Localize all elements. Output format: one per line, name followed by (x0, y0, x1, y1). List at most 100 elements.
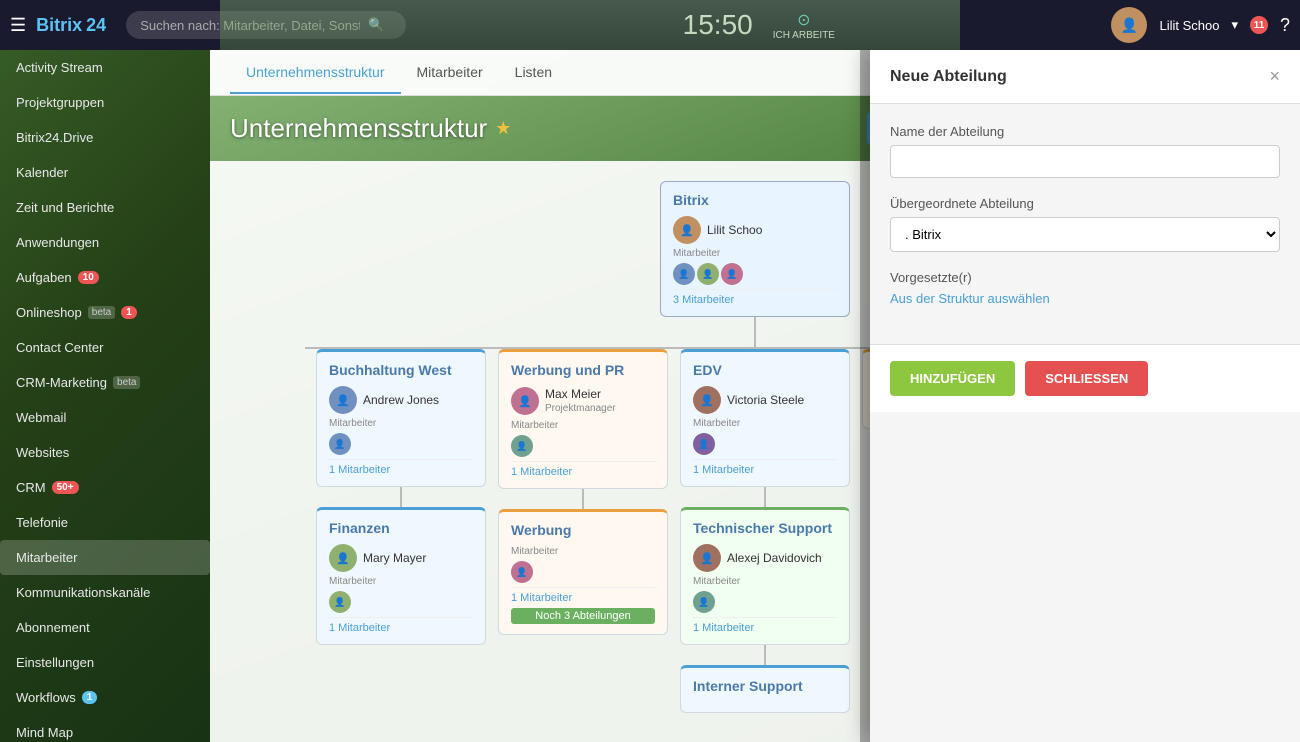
sidebar-item-abonnement[interactable]: Abonnement (0, 610, 210, 645)
sidebar-item-aufgaben[interactable]: Aufgaben 10 (0, 260, 210, 295)
close-button[interactable]: SCHLIESSEN (1025, 361, 1148, 396)
dept-avatars-1: 👤 (511, 435, 655, 457)
sub-name-2: Alexej Davidovich (727, 551, 822, 565)
sidebar-label: Projektgruppen (16, 95, 104, 110)
sub-person-0: 👤 Mary Mayer (329, 544, 473, 572)
org-node-tech-support[interactable]: Technischer Support 👤 Alexej Davidovich … (680, 507, 850, 645)
dept-avatars-0: 👤 (329, 433, 473, 455)
root-small-avatars: 👤 👤 👤 (673, 263, 837, 285)
logo-24: 24 (86, 15, 106, 36)
sidebar-label: Bitrix24.Drive (16, 130, 93, 145)
parent-department-select[interactable]: . Bitrix (890, 217, 1280, 252)
field-supervisor-group: Vorgesetzte(r) Aus der Struktur auswähle… (890, 270, 1280, 306)
org-node-bitrix[interactable]: Bitrix 👤 Lilit Schoo Mitarbeiter 👤 👤 👤 3… (660, 181, 850, 317)
small-avatar: 👤 (329, 591, 351, 613)
modal-footer: HINZUFÜGEN SCHLIESSEN (870, 344, 1300, 412)
small-avatar-1: 👤 (673, 263, 695, 285)
hamburger-icon[interactable]: ☰ (10, 15, 26, 36)
sidebar-item-kommunikation[interactable]: Kommunikationskanäle (0, 575, 210, 610)
tab-unternehmensstruktur[interactable]: Unternehmensstruktur (230, 52, 401, 94)
sidebar-item-activity-stream[interactable]: Activity Stream (0, 50, 210, 85)
dept-title-2: EDV (693, 362, 837, 378)
sub-connector-2 (764, 487, 766, 507)
star-icon[interactable]: ★ (495, 118, 511, 139)
org-node-werbung-pr[interactable]: Werbung und PR 👤 Max Meier Projektmanage… (498, 349, 668, 489)
org-node-edv[interactable]: EDV 👤 Victoria Steele Mitarbeiter 👤 1 Mi… (680, 349, 850, 487)
help-icon[interactable]: ? (1280, 15, 1290, 36)
sidebar-item-contact-center[interactable]: Contact Center (0, 330, 210, 365)
sidebar-item-onlineshop[interactable]: Onlineshop beta 1 (0, 295, 210, 330)
modal-body: Name der Abteilung Übergeordnete Abteilu… (870, 104, 1300, 344)
org-link-root[interactable]: 3 Mitarbeiter (673, 289, 837, 306)
user-name: Lilit Schoo (1159, 18, 1219, 33)
sidebar-label: Kalender (16, 165, 68, 180)
small-avatar: 👤 (693, 433, 715, 455)
sidebar: Activity Stream Projektgruppen Bitrix24.… (0, 50, 210, 742)
sidebar-item-websites[interactable]: Websites (0, 435, 210, 470)
field-supervisor-label: Vorgesetzte(r) (890, 270, 1280, 285)
org-node-interner-support[interactable]: Interner Support (680, 665, 850, 713)
avatar-andrew: 👤 (329, 386, 357, 414)
sidebar-item-kalender[interactable]: Kalender (0, 155, 210, 190)
supervisor-select-link[interactable]: Aus der Struktur auswählen (890, 291, 1050, 306)
sub-role-2: Mitarbeiter (693, 576, 837, 587)
sidebar-label: Workflows (16, 690, 76, 705)
avatar-alexej: 👤 (693, 544, 721, 572)
small-avatar-2: 👤 (697, 263, 719, 285)
avatar-lilit: 👤 (673, 216, 701, 244)
org-node-finanzen[interactable]: Finanzen 👤 Mary Mayer Mitarbeiter 👤 1 Mi… (316, 507, 486, 645)
topbar: ☰ Bitrix 24 🔍 15:50 ⊙ ICH ARBEITE 👤 Lili… (0, 0, 1300, 50)
dept-person-1: 👤 Max Meier Projektmanager (511, 386, 655, 416)
sidebar-item-projektgruppen[interactable]: Projektgruppen (0, 85, 210, 120)
sidebar-item-crm-marketing[interactable]: CRM-Marketing beta (0, 365, 210, 400)
dept-wrap-1: Werbung und PR 👤 Max Meier Projektmanage… (498, 349, 668, 713)
sidebar-label: Anwendungen (16, 235, 99, 250)
dept-name-2: Victoria Steele (727, 393, 804, 407)
sidebar-item-mindmap[interactable]: Mind Map (0, 715, 210, 742)
sidebar-item-workflows[interactable]: Workflows 1 (0, 680, 210, 715)
modal-title: Neue Abteilung (890, 68, 1007, 86)
tab-mitarbeiter[interactable]: Mitarbeiter (401, 52, 499, 94)
sidebar-label: Mind Map (16, 725, 73, 740)
sub-link-1[interactable]: 1 Mitarbeiter (511, 587, 655, 604)
org-role-root: Mitarbeiter (673, 248, 837, 259)
dept-role-0: Mitarbeiter (329, 418, 473, 429)
sidebar-item-anwendungen[interactable]: Anwendungen (0, 225, 210, 260)
sidebar-label: Onlineshop (16, 305, 82, 320)
sidebar-item-crm[interactable]: CRM 50+ (0, 470, 210, 505)
dept-link-0[interactable]: 1 Mitarbeiter (329, 459, 473, 476)
sub-avatars-0: 👤 (329, 591, 473, 613)
sub-title-1: Werbung (511, 522, 655, 538)
sidebar-item-webmail[interactable]: Webmail (0, 400, 210, 435)
add-button[interactable]: HINZUFÜGEN (890, 361, 1015, 396)
sidebar-item-mitarbeiter[interactable]: Mitarbeiter (0, 540, 210, 575)
sidebar-label: Mitarbeiter (16, 550, 77, 565)
sub-link-0[interactable]: 1 Mitarbeiter (329, 617, 473, 634)
sidebar-item-einstellungen[interactable]: Einstellungen (0, 645, 210, 680)
avatar-mary: 👤 (329, 544, 357, 572)
org-node-werbung[interactable]: Werbung Mitarbeiter 👤 1 Mitarbeiter Noch… (498, 509, 668, 635)
sidebar-label: Zeit und Berichte (16, 200, 114, 215)
dept-role-1: Projektmanager (545, 403, 616, 414)
dept-avatars-2: 👤 (693, 433, 837, 455)
org-node-buchhaltung[interactable]: Buchhaltung West 👤 Andrew Jones Mitarbei… (316, 349, 486, 487)
deep-connector (764, 645, 766, 665)
sidebar-item-telefonie[interactable]: Telefonie (0, 505, 210, 540)
dept-link-1[interactable]: 1 Mitarbeiter (511, 461, 655, 478)
sidebar-label: Contact Center (16, 340, 103, 355)
sidebar-item-drive[interactable]: Bitrix24.Drive (0, 120, 210, 155)
field-parent-group: Übergeordnete Abteilung . Bitrix (890, 196, 1280, 252)
modal-close-button[interactable]: × (1269, 66, 1280, 87)
user-avatar[interactable]: 👤 (1111, 7, 1147, 43)
sidebar-item-zeit[interactable]: Zeit und Berichte (0, 190, 210, 225)
field-parent-label: Übergeordnete Abteilung (890, 196, 1280, 211)
org-title-bitrix: Bitrix (673, 192, 837, 208)
department-name-input[interactable] (890, 145, 1280, 178)
dept-mitarbeiter-1: Mitarbeiter (511, 420, 655, 431)
dept-link-2[interactable]: 1 Mitarbeiter (693, 459, 837, 476)
sub-link-2[interactable]: 1 Mitarbeiter (693, 617, 837, 634)
notification-badge[interactable]: 11 (1250, 16, 1268, 34)
tab-listen[interactable]: Listen (499, 52, 568, 94)
org-person-lilit: 👤 Lilit Schoo (673, 216, 837, 244)
modal-overlay: Neue Abteilung × Name der Abteilung Über… (860, 50, 1300, 742)
